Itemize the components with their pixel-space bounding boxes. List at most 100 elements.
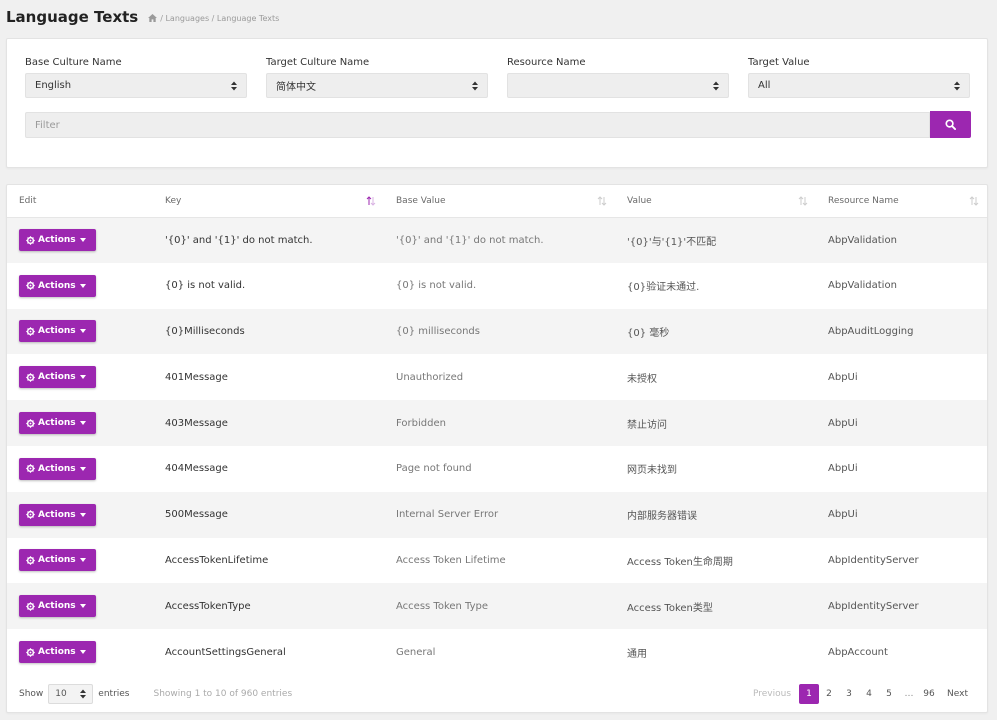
cell-base-value: General [396, 646, 436, 658]
cog-icon [26, 602, 35, 611]
language-texts-table-card: Edit Key Base Value Value Resource Name … [6, 184, 988, 713]
page-size-group: Show 10 entries [7, 684, 130, 704]
actions-button[interactable]: Actions [19, 641, 96, 664]
actions-button[interactable]: Actions [19, 229, 96, 252]
base-culture-label: Base Culture Name [25, 57, 122, 68]
cell-key: 403Message [165, 417, 228, 429]
filter-input[interactable] [25, 112, 930, 138]
dropdown-caret-icon [79, 650, 86, 655]
dropdown-caret-icon [79, 512, 86, 517]
dropdown-caret-icon [79, 329, 86, 334]
cell-base-value: {0} milliseconds [396, 325, 480, 337]
page-size-select[interactable]: 10 [48, 684, 94, 704]
cell-key: {0} is not valid. [165, 280, 246, 292]
dropdown-caret-icon [79, 558, 86, 563]
table-header-row: Edit Key Base Value Value Resource Name [7, 185, 987, 218]
cell-key: 401Message [165, 371, 228, 383]
pagination-ellipsis: … [904, 689, 914, 699]
column-header-base-value[interactable]: Base Value [384, 185, 615, 218]
cell-key: 500Message [165, 509, 228, 521]
cell-key: AccessTokenType [165, 600, 251, 612]
base-culture-select[interactable]: English [25, 73, 247, 98]
sort-icon [798, 196, 808, 206]
cell-resource-name: AbpUi [828, 463, 858, 475]
resource-name-select[interactable] [507, 73, 729, 98]
table-row: Actions 403Message Forbidden 禁止访问 AbpUi [7, 400, 987, 446]
pagination-previous[interactable]: Previous [750, 684, 799, 704]
column-header-resource-name[interactable]: Resource Name [816, 185, 987, 218]
sort-icon [969, 196, 979, 206]
dropdown-caret-icon [79, 238, 86, 243]
cell-value: 禁止访问 [627, 419, 667, 431]
cell-resource-name: AbpIdentityServer [828, 600, 919, 612]
sort-icon [597, 196, 607, 206]
table-row: Actions 500Message Internal Server Error… [7, 491, 987, 538]
actions-button[interactable]: Actions [19, 274, 96, 297]
select-caret-icon [472, 81, 478, 90]
table-row: Actions AccessTokenLifetime Access Token… [7, 537, 987, 584]
cell-base-value: Access Token Lifetime [396, 554, 506, 566]
actions-button[interactable]: Actions [19, 595, 96, 618]
breadcrumb-text[interactable]: / Languages / Language Texts [160, 14, 279, 23]
cell-value: Access Token类型 [627, 602, 713, 614]
cog-icon [26, 556, 35, 565]
cell-key: '{0}' and '{1}' do not match. [165, 234, 313, 246]
target-value-select[interactable]: All [748, 73, 970, 98]
page-header: Language Texts / Languages / Language Te… [6, 8, 279, 30]
sort-asc-icon [366, 196, 376, 206]
dropdown-caret-icon [79, 283, 86, 288]
base-culture-value: English [35, 80, 72, 91]
select-caret-icon [231, 81, 237, 90]
cell-resource-name: AbpValidation [828, 234, 897, 246]
actions-button[interactable]: Actions [19, 412, 96, 435]
actions-button[interactable]: Actions [19, 320, 96, 343]
cog-icon [26, 281, 35, 290]
resource-name-label: Resource Name [507, 57, 586, 68]
cell-base-value: Unauthorized [396, 371, 464, 383]
base-culture-field: Base Culture Name English [25, 57, 247, 98]
cell-base-value: '{0}' and '{1}' do not match. [396, 234, 544, 246]
target-culture-value: 简体中文 [276, 82, 316, 93]
page-title: Language Texts [6, 8, 139, 26]
pagination: Previous 1 2 3 4 5 … 96 Next [750, 684, 971, 704]
select-caret-icon [80, 689, 87, 699]
table-row: Actions 401Message Unauthorized 未授权 AbpU… [7, 354, 987, 401]
target-culture-field: Target Culture Name 简体中文 [266, 57, 488, 98]
pagination-page[interactable]: 5 [879, 684, 899, 704]
dropdown-caret-icon [79, 604, 86, 609]
dropdown-caret-icon [79, 375, 86, 380]
table-row: Actions AccessTokenType Access Token Typ… [7, 583, 987, 630]
dropdown-caret-icon [79, 466, 86, 471]
cell-base-value: Access Token Type [396, 600, 489, 612]
column-header-key[interactable]: Key [153, 185, 384, 218]
search-button[interactable] [930, 111, 971, 138]
pagination-next[interactable]: Next [939, 684, 971, 704]
actions-button[interactable]: Actions [19, 503, 96, 526]
pagination-page[interactable]: 2 [819, 684, 839, 704]
cell-value: 网页未找到 [627, 465, 677, 477]
cell-value: '{0}'与'{1}'不匹配 [627, 236, 717, 248]
cell-value: 未授权 [627, 373, 657, 385]
pagination-page[interactable]: 1 [799, 684, 820, 704]
table-row: Actions {0} is not valid. {0} is not val… [7, 262, 987, 309]
actions-button[interactable]: Actions [19, 366, 96, 389]
table-row: Actions AccountSettingsGeneral General 通… [7, 629, 987, 675]
actions-button[interactable]: Actions [19, 457, 96, 480]
cell-value: Access Token生命周期 [627, 556, 733, 568]
pagination-page[interactable]: 4 [859, 684, 879, 704]
select-caret-icon [713, 81, 719, 90]
cell-resource-name: AbpUi [828, 509, 858, 521]
cell-value: 通用 [627, 648, 647, 660]
filter-card: Base Culture Name English Target Culture… [6, 38, 988, 168]
column-header-value[interactable]: Value [615, 185, 816, 218]
target-culture-select[interactable]: 简体中文 [266, 73, 488, 98]
show-label: Show [19, 689, 44, 699]
pagination-page-last[interactable]: 96 [919, 684, 939, 704]
breadcrumb: / Languages / Language Texts [148, 14, 279, 23]
cell-resource-name: AbpUi [828, 371, 858, 383]
dropdown-caret-icon [79, 421, 86, 426]
pagination-page[interactable]: 3 [839, 684, 859, 704]
cell-base-value: Page not found [396, 463, 472, 475]
actions-button[interactable]: Actions [19, 549, 96, 572]
home-icon[interactable] [148, 14, 158, 22]
